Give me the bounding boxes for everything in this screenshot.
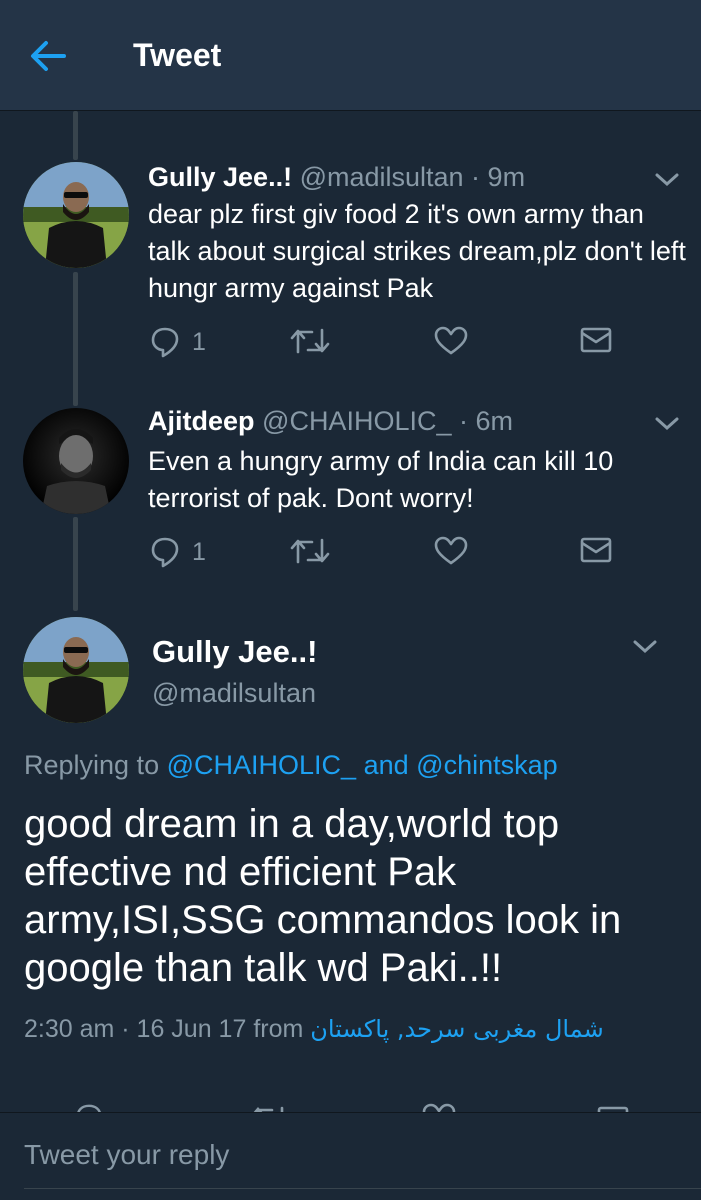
tweet-author-name[interactable]: Ajitdeep: [148, 406, 255, 436]
like-button[interactable]: [434, 326, 468, 356]
retweet-button[interactable]: [290, 536, 330, 566]
avatar[interactable]: [23, 162, 129, 268]
back-arrow-icon: [31, 41, 66, 71]
replying-to-user-link[interactable]: @chintskap: [416, 750, 557, 780]
avatar[interactable]: [23, 617, 129, 723]
like-icon[interactable]: [422, 1103, 456, 1112]
chevron-down-icon: [655, 173, 679, 187]
page-title: Tweet: [133, 37, 222, 73]
reply-count: 1: [192, 537, 206, 566]
replying-to: Replying to @CHAIHOLIC_ and @chintskap: [24, 750, 558, 781]
retweet-button[interactable]: [290, 326, 330, 356]
like-button[interactable]: [434, 536, 468, 566]
reply-bar: [0, 1112, 701, 1200]
direct-message-button[interactable]: [580, 326, 612, 354]
retweet-icon[interactable]: [250, 1104, 290, 1112]
main-tweet-author-handle[interactable]: @madilsultan: [152, 678, 316, 709]
reply-button[interactable]: 1: [150, 326, 206, 358]
avatar[interactable]: [23, 408, 129, 514]
thread-line: [73, 517, 78, 611]
tweet-menu-button[interactable]: [652, 414, 682, 434]
replying-to-and[interactable]: and: [364, 750, 409, 780]
main-tweet-author-name[interactable]: Gully Jee..!: [152, 634, 317, 670]
reply-icon[interactable]: [72, 1103, 106, 1112]
tweet-header: Ajitdeep @CHAIHOLIC_ · 6m: [148, 406, 513, 437]
tweet-author-meta: @CHAIHOLIC_ · 6m: [262, 406, 513, 436]
tweet-timestamp: 2:30 am · 16 Jun 17 from شمال مغربی سرحد…: [24, 1015, 604, 1044]
location-link[interactable]: شمال مغربی سرحد, پاکستان: [310, 1015, 603, 1043]
like-icon: [434, 326, 468, 355]
direct-message-icon: [580, 327, 612, 353]
reply-input[interactable]: [24, 1139, 624, 1171]
tweet-text: Even a hungry army of India can kill 10 …: [148, 446, 614, 513]
reply-icon: [151, 327, 179, 358]
tweet-author-meta: @madilsultan · 9m: [299, 162, 526, 192]
reply-icon: [151, 537, 179, 568]
tweet-actions: 1: [148, 326, 628, 366]
tweet-menu-button[interactable]: [652, 170, 682, 190]
header-bar: Tweet: [0, 0, 701, 111]
main-tweet-text: good dream in a day,world top effective …: [24, 802, 622, 990]
direct-message-icon: [580, 537, 612, 563]
tweet-author-name[interactable]: Gully Jee..!: [148, 162, 292, 192]
thread-line: [73, 111, 78, 160]
replying-to-label: Replying to: [24, 750, 160, 780]
retweet-icon: [290, 328, 330, 354]
tweet-text: dear plz first giv food 2 it's own army …: [148, 199, 686, 303]
tweet-header: Gully Jee..! @madilsultan · 9m: [148, 162, 525, 193]
reply-button[interactable]: 1: [150, 536, 206, 568]
main-tweet-actions: [0, 1100, 701, 1112]
tweet-time: 2:30 am · 16 Jun 17: [24, 1015, 247, 1043]
tweet-menu-button[interactable]: [630, 637, 660, 657]
retweet-icon: [290, 538, 330, 564]
direct-message-icon[interactable]: [596, 1105, 630, 1112]
like-icon: [434, 536, 468, 565]
divider: [24, 1188, 701, 1189]
tweet-actions: 1: [148, 536, 628, 576]
thread-line: [73, 272, 78, 406]
replying-to-user-link[interactable]: @CHAIHOLIC_: [167, 750, 356, 780]
direct-message-button[interactable]: [580, 536, 612, 564]
reply-count: 1: [192, 327, 206, 356]
from-label: from: [253, 1015, 304, 1043]
back-button[interactable]: [28, 38, 68, 74]
chevron-down-icon: [655, 417, 679, 431]
chevron-down-icon: [633, 640, 657, 654]
